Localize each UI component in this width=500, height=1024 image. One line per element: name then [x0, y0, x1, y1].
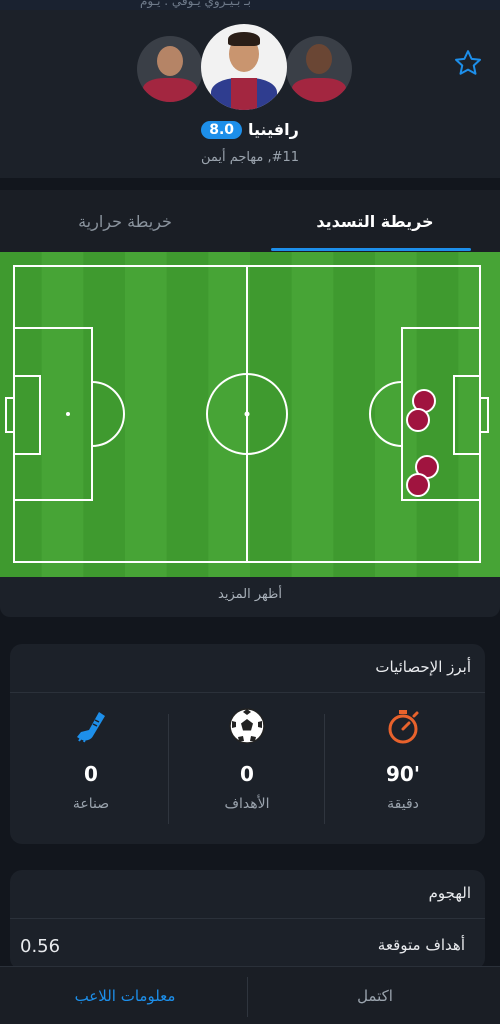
assists-value: 0: [84, 762, 98, 786]
stat-minutes: 90' دقيقة: [328, 706, 478, 826]
player-header: رافينيا 8.0 #11, مهاجم أيمن: [0, 10, 500, 178]
expected-goals-row: أهداف متوقعة 0.56: [10, 936, 485, 966]
pitch-stripe: [291, 252, 334, 577]
tab-heat-map[interactable]: خريطة حرارية: [0, 190, 250, 252]
shot-map-pitch: [0, 252, 500, 577]
pitch-stripe: [250, 252, 293, 577]
goals-label: الأهداف: [224, 796, 270, 812]
stopwatch-icon: [383, 706, 423, 746]
player-position: #11, مهاجم أيمن: [200, 150, 300, 165]
shot-marker[interactable]: [406, 408, 430, 432]
pitch-stripe: [41, 252, 84, 577]
bottom-separator: [247, 977, 248, 1017]
show-more-link[interactable]: أظهر المزيد: [0, 587, 500, 602]
assists-label: صناعة: [72, 796, 110, 812]
pitch-stripe: [208, 252, 251, 577]
top-strip: بـ بـيـروي يـوفي . يـوم: [0, 0, 500, 10]
minutes-value: 90': [386, 762, 420, 786]
top-stats-card: أبرز الإحصائيات 90' دقيقة 0 الأهداف 0 صن…: [10, 644, 485, 844]
stat-separator: [168, 714, 169, 824]
pitch-stripe: [125, 252, 168, 577]
tab-shot-map[interactable]: خريطة التسديد: [250, 190, 500, 252]
show-more-area: أظهر المزيد: [0, 577, 500, 617]
player-name: رافينيا: [248, 120, 299, 139]
shot-marker[interactable]: [406, 473, 430, 497]
minutes-label: دقيقة: [387, 796, 419, 812]
player-info-button[interactable]: معلومات اللاعب: [0, 967, 250, 1024]
card-divider: [10, 918, 485, 919]
attack-title: الهجوم: [428, 884, 471, 902]
bottom-action-bar: معلومات اللاعب اكتمل: [0, 966, 500, 1024]
goals-value: 0: [240, 762, 254, 786]
active-tab-indicator: [271, 248, 471, 251]
done-button[interactable]: اكتمل: [250, 967, 500, 1024]
expected-goals-value: 0.56: [20, 936, 61, 957]
top-strip-text: بـ بـيـروي يـوفي . يـوم: [140, 0, 252, 8]
center-spot: [244, 411, 250, 417]
attack-card: الهجوم أهداف متوقعة 0.56: [10, 870, 485, 970]
stat-assists: 0 صناعة: [16, 706, 166, 826]
stat-goals: 0 الأهداف: [172, 706, 322, 826]
next-player-avatar[interactable]: [286, 36, 352, 102]
left-penalty-spot: [66, 412, 70, 416]
favorite-star-icon[interactable]: [450, 45, 486, 81]
player-name-row: رافينيا 8.0: [0, 120, 500, 139]
pitch-drawing: [0, 252, 500, 577]
stat-separator: [324, 714, 325, 824]
pitch-stripe: [166, 252, 209, 577]
football-icon: [227, 706, 267, 746]
previous-player-avatar[interactable]: [137, 36, 203, 102]
boot-icon: [71, 706, 111, 746]
rating-badge: 8.0: [201, 120, 243, 139]
player-avatar: [201, 24, 287, 110]
top-stats-title: أبرز الإحصائيات: [375, 658, 471, 676]
map-tabs: خريطة التسديد خريطة حرارية: [0, 190, 500, 252]
pitch-stripe: [83, 252, 126, 577]
expected-goals-label: أهداف متوقعة: [377, 936, 465, 954]
card-divider: [10, 692, 485, 693]
